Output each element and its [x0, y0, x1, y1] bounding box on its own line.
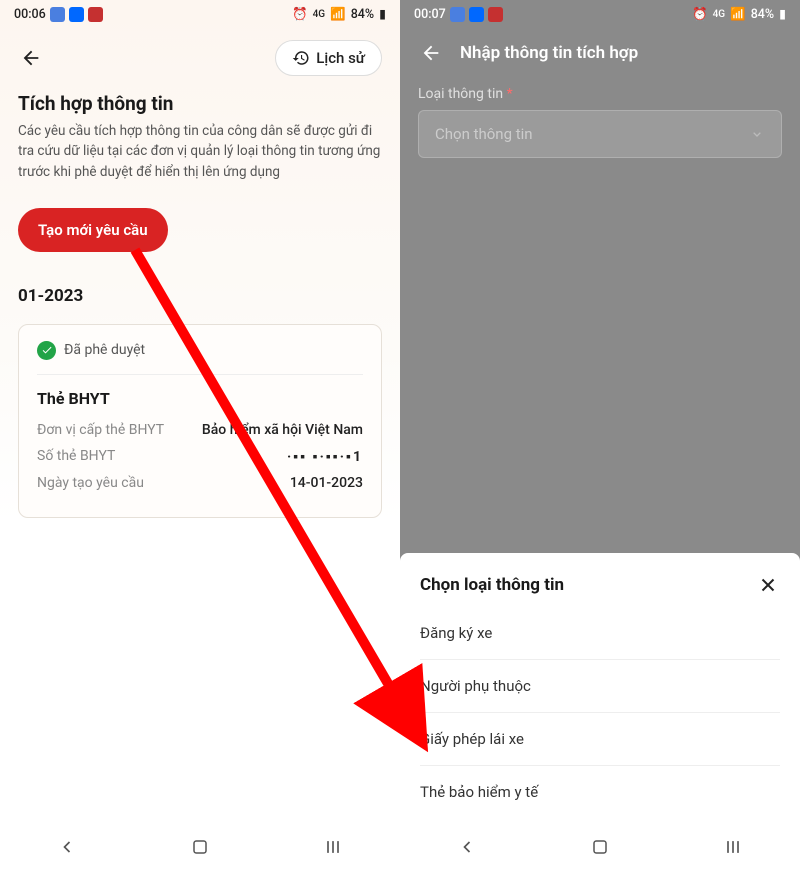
nav-bar — [0, 824, 400, 870]
chevron-down-icon — [749, 126, 765, 142]
sheet-item-health-insurance[interactable]: Thẻ bảo hiểm y tế — [420, 766, 780, 818]
battery-text: 84% — [351, 7, 374, 22]
app-bar: Lịch sử — [0, 28, 400, 88]
info-type-select[interactable]: Chọn thông tin — [418, 110, 782, 158]
network-badge: 4G — [313, 9, 326, 20]
request-card[interactable]: Đã phê duyệt Thẻ BHYT Đơn vị cấp thẻ BHY… — [18, 324, 382, 518]
notification-icon — [450, 7, 465, 22]
status-time: 00:06 — [14, 7, 46, 22]
signal-icon: 📶 — [330, 7, 346, 22]
card-row-number: Số thẻ BHYT ·▪▪ ▪·▪▪·▪1 — [37, 448, 363, 465]
sheet-item-dependents[interactable]: Người phụ thuộc — [420, 660, 780, 713]
nav-back-icon — [457, 837, 477, 857]
card-status-text: Đã phê duyệt — [64, 342, 145, 358]
sheet-item-vehicle-registration[interactable]: Đăng ký xe — [420, 607, 780, 660]
card-label: Số thẻ BHYT — [37, 448, 115, 464]
status-bar: 00:06 ⏰ 4G 📶 84% ▮ — [0, 0, 400, 28]
nav-home-button[interactable] — [589, 836, 611, 858]
arrow-left-icon — [20, 47, 42, 69]
card-value: 14-01-2023 — [290, 475, 363, 491]
sheet-item-driver-license[interactable]: Giấy phép lái xe — [420, 713, 780, 766]
card-value: Bảo hiểm xã hội Việt Nam — [202, 422, 363, 438]
card-status-row: Đã phê duyệt — [37, 341, 363, 375]
zalo-icon — [469, 7, 484, 22]
card-value-redacted: ·▪▪ ▪·▪▪·▪1 — [287, 448, 363, 465]
battery-text: 84% — [751, 7, 774, 22]
nav-home-icon — [591, 838, 609, 856]
field-label-text: Loại thông tin — [418, 86, 503, 102]
nav-back-icon — [57, 837, 77, 857]
history-label: Lịch sử — [316, 49, 365, 67]
arrow-left-icon — [420, 42, 442, 64]
page-subtitle: Các yêu cầu tích hợp thông tin của công … — [18, 121, 382, 182]
required-indicator: * — [507, 86, 513, 102]
card-title: Thẻ BHYT — [37, 389, 363, 408]
content-area: Tích hợp thông tin Các yêu cầu tích hợp … — [0, 88, 400, 518]
alarm-icon: ⏰ — [692, 7, 708, 22]
bottom-sheet: Chọn loại thông tin Đăng ký xe Người phụ… — [400, 553, 800, 824]
close-button[interactable] — [756, 573, 780, 597]
nav-bar — [400, 824, 800, 870]
battery-icon: ▮ — [379, 6, 386, 22]
field-label: Loại thông tin * — [418, 86, 782, 102]
nav-recent-button[interactable] — [722, 836, 744, 858]
history-button[interactable]: Lịch sử — [275, 40, 382, 76]
nav-recent-icon — [323, 837, 343, 857]
close-icon — [757, 574, 779, 596]
month-header: 01-2023 — [18, 286, 382, 306]
sheet-title: Chọn loại thông tin — [420, 575, 564, 595]
page-title: Tích hợp thông tin — [18, 92, 382, 115]
create-request-button[interactable]: Tạo mới yêu cầu — [18, 208, 168, 252]
phone-screen-left: 00:06 ⏰ 4G 📶 84% ▮ Lịch sử Tích hợp thôn… — [0, 0, 400, 870]
nav-recent-icon — [723, 837, 743, 857]
nav-home-button[interactable] — [189, 836, 211, 858]
card-row-date: Ngày tạo yêu cầu 14-01-2023 — [37, 475, 363, 491]
nav-back-button[interactable] — [456, 836, 478, 858]
notification-icon — [50, 7, 65, 22]
history-icon — [292, 49, 310, 67]
form-body: Loại thông tin * Chọn thông tin — [400, 78, 800, 166]
nav-back-button[interactable] — [56, 836, 78, 858]
status-time: 00:07 — [414, 7, 446, 22]
phone-screen-right: 00:07 ⏰ 4G 📶 84% ▮ Nhập thông tin tích h… — [400, 0, 800, 870]
sheet-header: Chọn loại thông tin — [420, 573, 780, 597]
check-circle-icon — [37, 341, 56, 360]
app-bar: Nhập thông tin tích hợp — [400, 28, 800, 78]
app-notification-icon — [88, 7, 103, 22]
back-button[interactable] — [18, 45, 44, 71]
card-label: Đơn vị cấp thẻ BHYT — [37, 422, 164, 438]
nav-recent-button[interactable] — [322, 836, 344, 858]
card-row-issuer: Đơn vị cấp thẻ BHYT Bảo hiểm xã hội Việt… — [37, 422, 363, 438]
select-placeholder: Chọn thông tin — [435, 125, 533, 143]
nav-home-icon — [191, 838, 209, 856]
app-notification-icon — [488, 7, 503, 22]
zalo-icon — [69, 7, 84, 22]
alarm-icon: ⏰ — [292, 7, 308, 22]
battery-icon: ▮ — [779, 6, 786, 22]
status-bar: 00:07 ⏰ 4G 📶 84% ▮ — [400, 0, 800, 28]
network-badge: 4G — [713, 9, 726, 20]
back-button[interactable] — [418, 40, 444, 66]
app-bar-title: Nhập thông tin tích hợp — [460, 43, 638, 63]
card-label: Ngày tạo yêu cầu — [37, 475, 144, 491]
signal-icon: 📶 — [730, 7, 746, 22]
